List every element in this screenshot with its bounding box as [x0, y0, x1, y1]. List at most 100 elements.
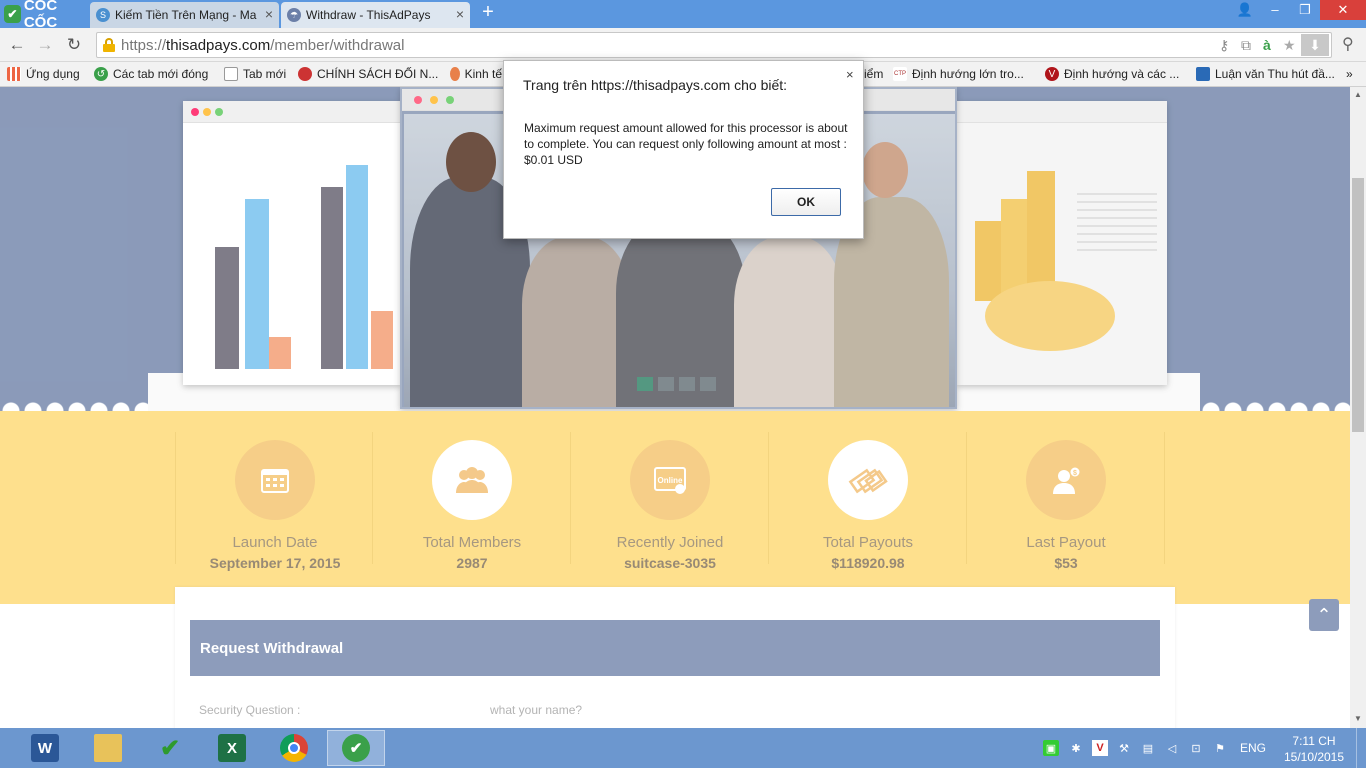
clock-date: 15/10/2015: [1283, 750, 1345, 764]
reload-button[interactable]: ↻: [63, 34, 85, 56]
taskbar-chrome[interactable]: [265, 730, 323, 766]
stat-value: 2987: [456, 555, 488, 571]
scroll-to-top-button[interactable]: ⌃: [1309, 599, 1339, 631]
online-icon: Online: [630, 440, 710, 520]
doc-favicon-icon: [1196, 67, 1210, 81]
dialog-message: Maximum request amount allowed for this …: [524, 121, 848, 167]
money-icon: [828, 440, 908, 520]
bookmarks-overflow[interactable]: »: [1346, 65, 1353, 83]
url-text[interactable]: https://thisadpays.com/member/withdrawal: [121, 37, 404, 54]
menu-icon[interactable]: ⚲: [1342, 34, 1354, 54]
bluetooth-icon[interactable]: ✱: [1068, 740, 1084, 756]
svg-text:$: $: [1073, 470, 1077, 477]
site-favicon-icon: [450, 67, 460, 81]
bookmark-label: Các tab mới đóng: [113, 67, 209, 81]
tray-tools-icon[interactable]: ⚒: [1116, 740, 1132, 756]
scrollbar-thumb[interactable]: [1352, 178, 1364, 432]
profile-icon[interactable]: 👤: [1230, 0, 1260, 20]
person-head-graphic: [446, 132, 496, 192]
bookmark-apps[interactable]: Ứng dụng: [7, 65, 80, 83]
bookmark-closed-tabs[interactable]: ↺ Các tab mới đóng: [94, 65, 208, 83]
slider-page-3[interactable]: [679, 377, 695, 391]
bookmark-new-tab[interactable]: Tab mới: [224, 65, 286, 83]
gold-bar-graphic: [975, 221, 1003, 301]
tab-close-icon[interactable]: ×: [456, 6, 464, 22]
tray-device-icon[interactable]: ▤: [1140, 740, 1156, 756]
wave-border: [1200, 389, 1350, 411]
bookmark-label: Định hướng và các ...: [1064, 67, 1180, 81]
tab-favicon-icon: S: [96, 8, 110, 22]
bookmark-label: Ứng dụng: [26, 67, 80, 81]
bookmark-kinh-te[interactable]: Kinh tế: [450, 65, 502, 83]
translate-icon[interactable]: ⧉: [1241, 37, 1251, 54]
new-tab-button[interactable]: +: [478, 2, 498, 23]
tray-app-icon[interactable]: ▣: [1043, 740, 1059, 756]
chart-bar: [215, 247, 239, 369]
key-icon[interactable]: ⚷: [1219, 37, 1229, 54]
taskbar-tick-app[interactable]: ✔: [141, 730, 199, 766]
stat-label: Last Payout: [1026, 534, 1106, 551]
coccoc-logo[interactable]: ✔ CỐC CỐC: [0, 0, 90, 31]
slider-page-4[interactable]: [700, 377, 716, 391]
browser-toolbar: ← → ↻ https://thisadpays.com/member/with…: [0, 28, 1366, 62]
dialog-close-icon[interactable]: ×: [846, 67, 854, 82]
taskbar-explorer[interactable]: [79, 730, 137, 766]
vietnamese-typing-icon[interactable]: à: [1263, 37, 1271, 53]
chart-bar: [321, 187, 343, 369]
tab-title: Withdraw - ThisAdPays: [306, 8, 431, 22]
taskbar-word[interactable]: W: [16, 730, 74, 766]
payout-icon: $: [1026, 440, 1106, 520]
stat-value: September 17, 2015: [209, 555, 341, 571]
chart-bar: [245, 199, 269, 369]
bookmark-label: Tab mới: [243, 67, 287, 81]
site-favicon-icon: [298, 67, 312, 81]
tab-close-icon[interactable]: ×: [265, 6, 273, 22]
restore-button[interactable]: ❐: [1290, 0, 1320, 20]
scroll-down-arrow-icon[interactable]: ▼: [1350, 711, 1366, 727]
volume-icon[interactable]: ◁: [1164, 740, 1180, 756]
wave-border: [0, 389, 148, 411]
coccoc-icon: ✔: [342, 734, 370, 762]
ok-button[interactable]: OK: [771, 188, 841, 216]
stat-label: Total Payouts: [822, 534, 914, 551]
address-bar[interactable]: https://thisadpays.com/member/withdrawal…: [96, 32, 1332, 58]
minimize-button[interactable]: –: [1260, 0, 1290, 20]
system-clock[interactable]: 7:11 CH 15/10/2015: [1283, 733, 1345, 765]
security-question-label: Security Question :: [199, 703, 301, 717]
language-indicator[interactable]: ENG: [1240, 741, 1266, 755]
taskbar-coccoc[interactable]: ✔: [327, 730, 385, 766]
alert-dialog: Trang trên https://thisadpays.com cho bi…: [503, 60, 864, 239]
scroll-up-arrow-icon[interactable]: ▲: [1350, 87, 1366, 103]
stat-value: $118920.98: [831, 555, 905, 571]
back-button[interactable]: ←: [6, 34, 28, 56]
windows-taskbar: W ✔ X ✔ ▣ ✱ V ⚒ ▤ ◁ ⊡ ⚑ ENG 7:11 CH 15/1…: [0, 728, 1366, 768]
stat-label: Recently Joined: [616, 534, 724, 551]
url-path: /member/withdrawal: [270, 37, 405, 54]
antivirus-icon[interactable]: V: [1092, 740, 1108, 756]
download-icon[interactable]: ⬇: [1301, 34, 1329, 56]
slider-page-1[interactable]: [637, 377, 653, 391]
bookmark-star-icon[interactable]: ★: [1283, 37, 1296, 54]
excel-icon: X: [218, 734, 246, 762]
stat-label: Launch Date: [232, 534, 318, 551]
bookmark-kiem[interactable]: iểm: [864, 65, 883, 83]
calendar-icon: [235, 440, 315, 520]
tab-withdraw[interactable]: ☂ Withdraw - ThisAdPays ×: [281, 2, 470, 28]
person-graphic: [734, 237, 844, 407]
network-icon[interactable]: ⊡: [1188, 740, 1204, 756]
slider-page-2[interactable]: [658, 377, 674, 391]
action-center-icon[interactable]: ⚑: [1212, 740, 1228, 756]
coccoc-leaf-icon: ✔: [4, 5, 21, 23]
taskbar-excel[interactable]: X: [203, 730, 261, 766]
bookmark-dinh-huong-lon[interactable]: CTP Định hướng lớn tro...: [893, 65, 1024, 83]
bookmark-dinh-huong-va[interactable]: V Định hướng và các ...: [1045, 65, 1179, 83]
show-desktop-button[interactable]: [1356, 728, 1366, 768]
stat-last-payout: $ Last Payout $53: [967, 432, 1165, 571]
bookmark-luan-van[interactable]: Luận văn Thu hút đầ...: [1196, 65, 1335, 83]
bookmark-chinh-sach[interactable]: CHÍNH SÁCH ĐỐI N...: [298, 65, 438, 83]
close-window-button[interactable]: ✕: [1320, 0, 1366, 20]
bookmark-label: CHÍNH SÁCH ĐỐI N...: [317, 67, 439, 81]
forward-button[interactable]: →: [34, 34, 56, 56]
tab-kiem-tien[interactable]: S Kiếm Tiền Trên Mạng - Ma ×: [90, 2, 279, 28]
apps-grid-icon: [7, 67, 21, 81]
